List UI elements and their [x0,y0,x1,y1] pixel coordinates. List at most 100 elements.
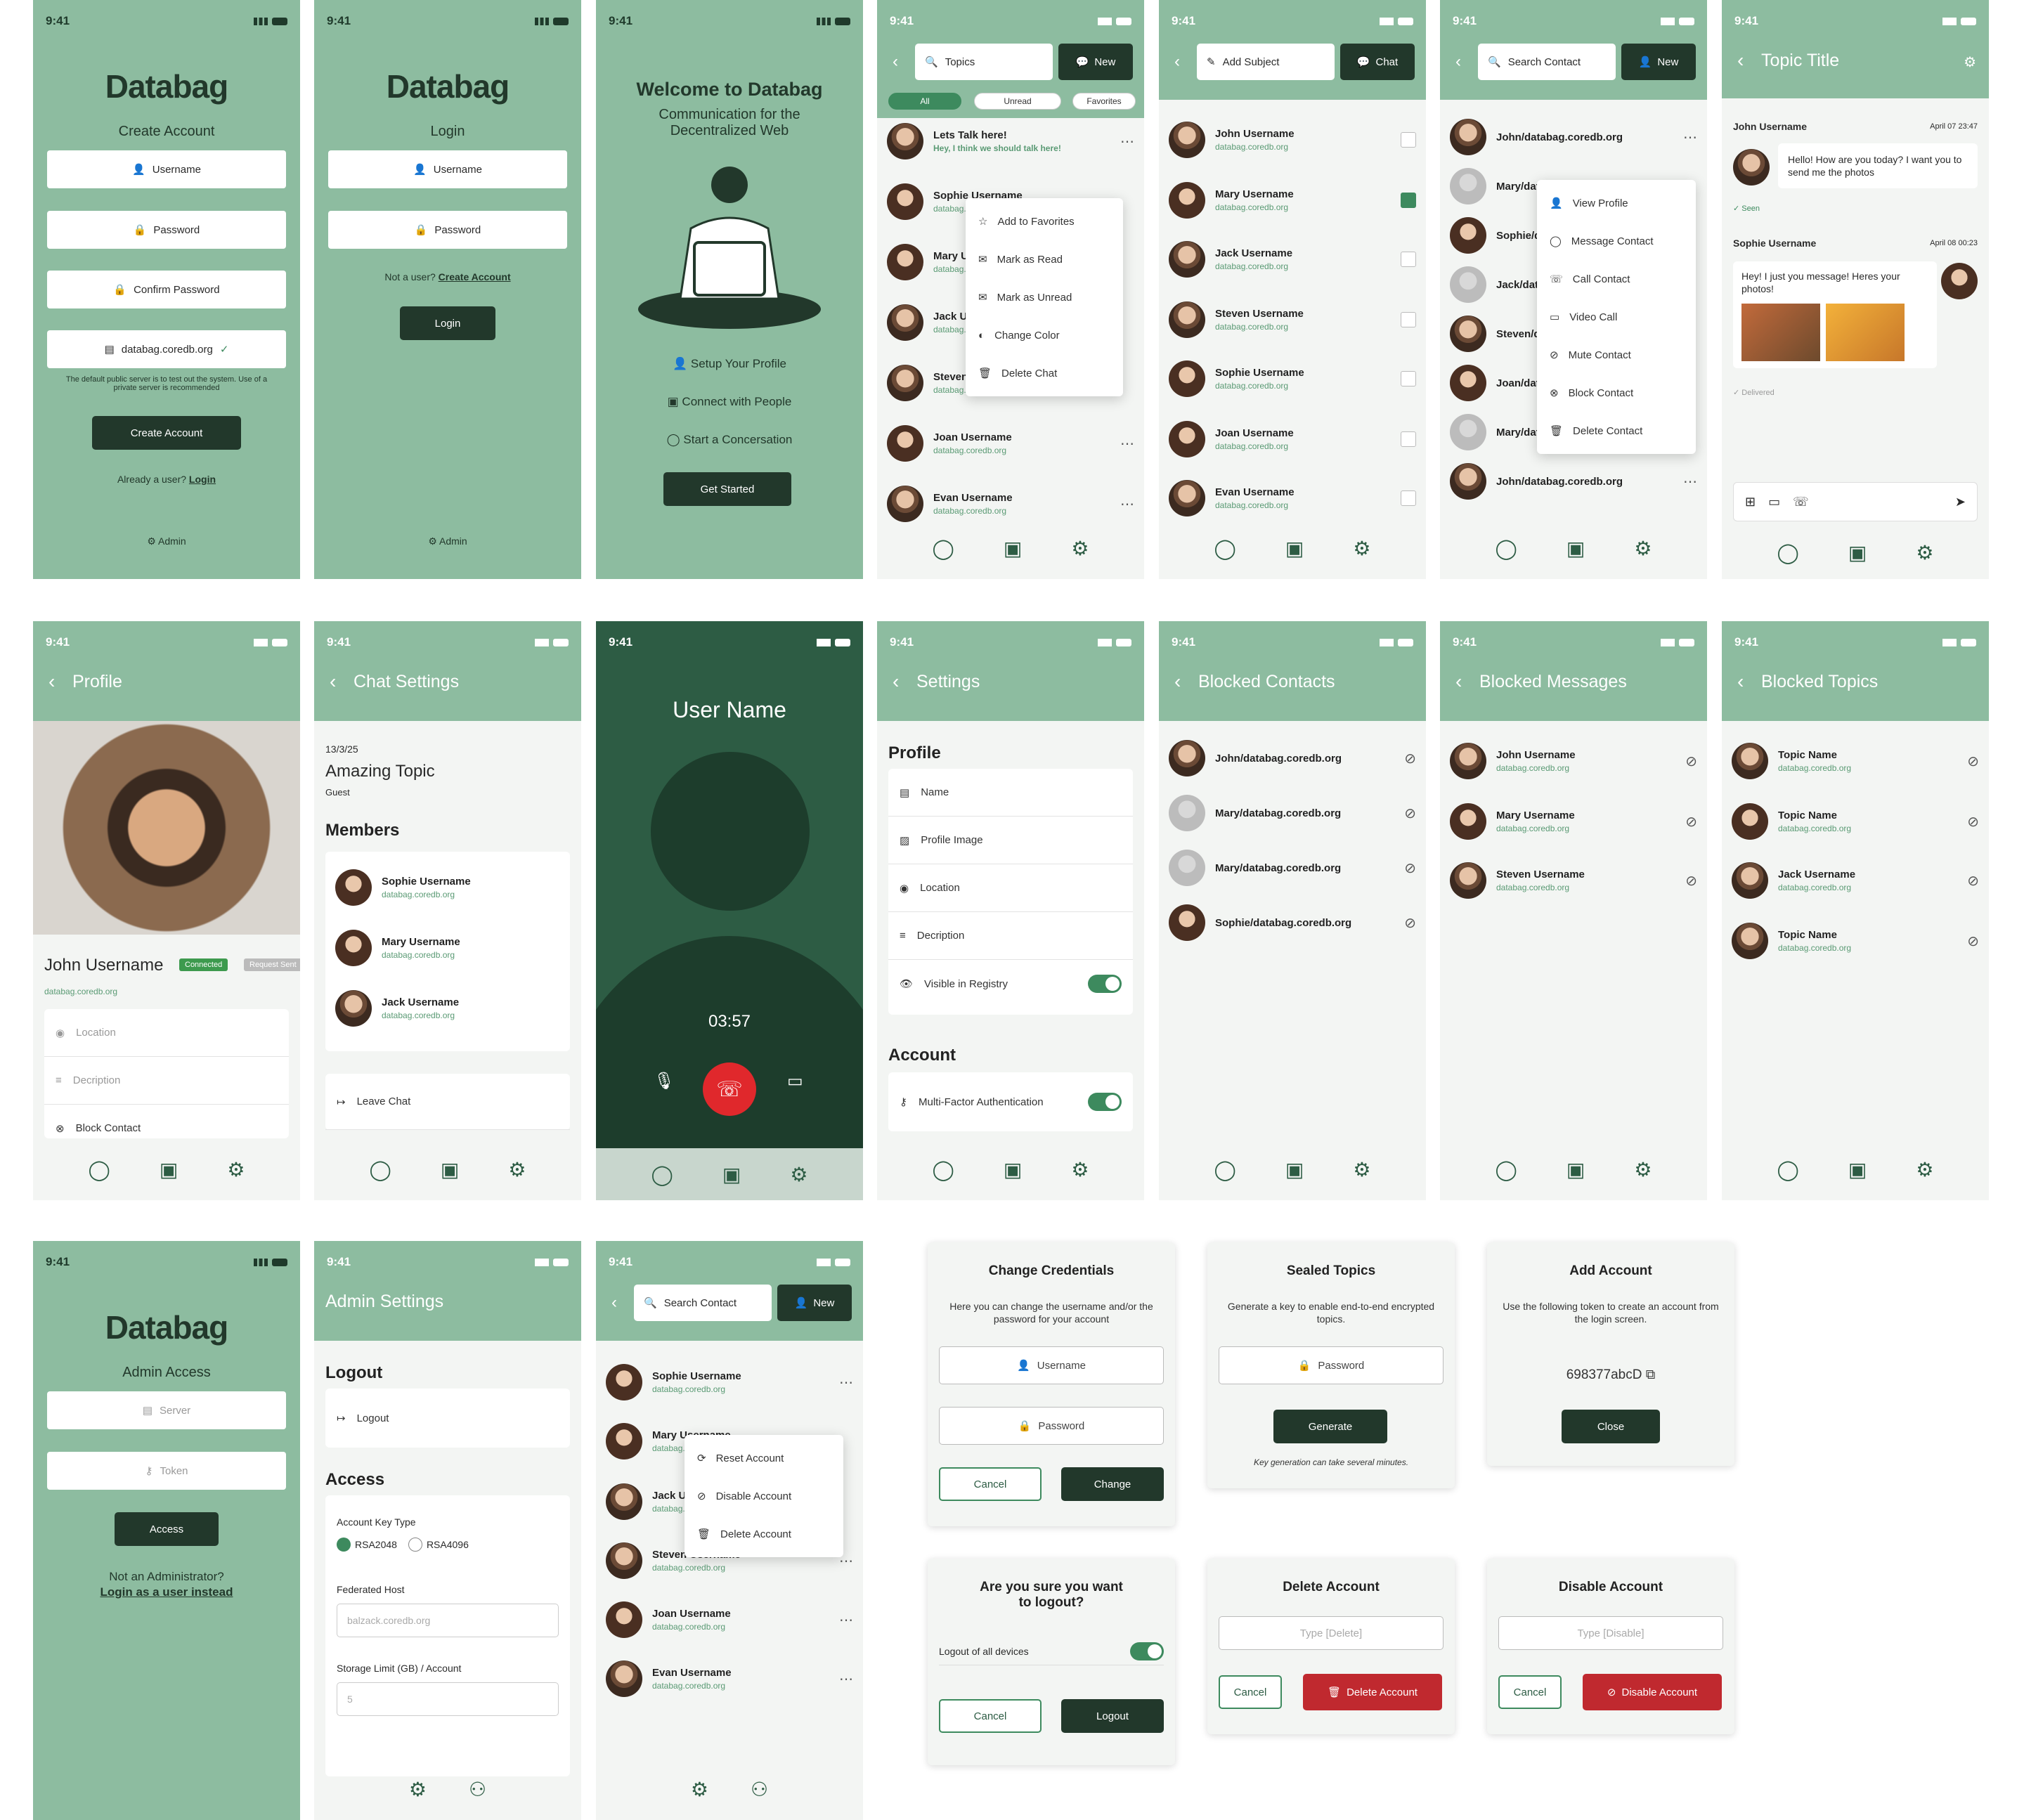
chat-icon[interactable]: ◯ [1214,1158,1236,1181]
settings-icon[interactable]: ⚙ [1353,537,1370,560]
settings-icon[interactable]: ⚙ [1916,541,1933,564]
contacts-icon[interactable]: ▣ [441,1158,459,1181]
menu-message-contact[interactable]: ◯ Message Contact [1537,222,1696,260]
access-button[interactable]: Access [115,1512,219,1546]
list-item[interactable]: Sophie Username databag.coredb.org ⋯ [606,1358,853,1407]
settings-icon[interactable]: ⚙ [1634,537,1652,560]
more-icon[interactable]: ⋯ [839,1374,853,1391]
mute-icon[interactable]: 🎙 [654,1071,675,1091]
tab-favorites[interactable]: Favorites [1072,93,1136,110]
password-input[interactable]: 🔒 Password [939,1407,1164,1445]
unblock-icon[interactable]: ⊘ [1967,813,1979,831]
settings-icon[interactable]: ⚙ [1071,1158,1089,1181]
contacts-icon[interactable]: ▣ [1004,1158,1022,1181]
contacts-icon[interactable]: ▣ [1285,1158,1304,1181]
list-item[interactable]: Evan Username databag.coredb.org [1169,474,1416,523]
settings-icon[interactable]: ⚙ [227,1158,245,1181]
get-started-button[interactable]: Get Started [663,472,791,506]
contacts-icon[interactable]: ▣ [160,1158,178,1181]
unblock-icon[interactable]: ⊘ [1404,914,1416,932]
menu-disable-account[interactable]: ⊘ Disable Account [685,1477,843,1515]
unblock-icon[interactable]: ⊘ [1685,753,1697,770]
photo-thumbnail[interactable] [1741,304,1820,361]
video-icon[interactable]: ▭ [1768,495,1780,509]
password-input[interactable]: 🔒 Password [1219,1346,1444,1384]
list-item[interactable]: Jack Usernamedatabag.coredb.org [335,984,560,1033]
storage-limit-input[interactable]: 5 [337,1682,559,1716]
more-icon[interactable]: ⋯ [839,1670,853,1688]
user-login-link[interactable]: Login as a user instead [33,1585,300,1599]
contacts-icon[interactable]: ▣ [1566,537,1585,560]
chat-icon[interactable]: ◯ [1214,537,1236,560]
list-item[interactable]: Sophie Usernamedatabag.coredb.org [1169,354,1416,403]
block-contact-row[interactable]: ⊗ Block Contact [44,1105,289,1138]
unblock-icon[interactable]: ⊘ [1404,805,1416,822]
settings-icon[interactable]: ⚙ [1071,537,1089,560]
list-item[interactable]: Joan Username databag.coredb.org ⋯ [606,1595,853,1644]
settings-icon[interactable]: ⚙ [1353,1158,1370,1181]
back-icon[interactable]: ‹ [1455,52,1461,72]
search-input[interactable]: 🔍 Topics [915,44,1053,80]
back-icon[interactable]: ‹ [1737,49,1744,72]
close-button[interactable]: Close [1562,1410,1660,1443]
more-icon[interactable]: ⋯ [1683,473,1697,490]
registry-toggle[interactable] [1088,975,1122,993]
new-account-button[interactable]: 👤 New [777,1285,852,1321]
back-icon[interactable]: ‹ [1737,670,1744,693]
settings-icon[interactable]: ⚙ [508,1158,526,1181]
delete-account-button[interactable]: 🗑 Delete Account [1303,1674,1442,1710]
delete-confirm-input[interactable]: Type [Delete] [1219,1616,1444,1650]
menu-delete-chat[interactable]: 🗑 Delete Chat [966,354,1123,392]
username-input[interactable]: 👤 Username [939,1346,1164,1384]
list-item[interactable]: Lets Talk here! Hey, I think we should ta… [887,117,1134,166]
unblock-icon[interactable]: ⊘ [1404,750,1416,767]
rsa2048-radio[interactable]: RSA2048 [337,1538,397,1552]
chat-icon[interactable]: ◯ [651,1163,673,1186]
contacts-icon[interactable]: ▣ [722,1163,741,1186]
cancel-button[interactable]: Cancel [1498,1675,1562,1709]
location-row[interactable]: ◉ Location [888,864,1133,912]
menu-call-contact[interactable]: ☏ Call Contact [1537,260,1696,298]
profile-image-row[interactable]: ▨ Profile Image [888,817,1133,864]
menu-change-color[interactable]: ◐ Change Color [966,316,1123,354]
contacts-icon[interactable]: ▣ [1566,1158,1585,1181]
more-icon[interactable]: ⋯ [1120,495,1134,513]
chat-icon[interactable]: ◯ [89,1158,110,1181]
phone-icon[interactable]: ☏ [1793,495,1809,509]
contacts-icon[interactable]: ▣ [1285,537,1304,560]
logout-button[interactable]: ↦ Logout [325,1389,570,1448]
menu-mark-read[interactable]: ✉ Mark as Read [966,240,1123,278]
unblock-icon[interactable]: ⊘ [1404,859,1416,877]
logout-all-toggle[interactable] [1130,1642,1164,1660]
chat-icon[interactable]: ◯ [1496,537,1517,560]
disable-account-button[interactable]: ⊘ Disable Account [1583,1674,1722,1710]
more-icon[interactable]: ⋯ [1120,133,1134,150]
menu-delete-contact[interactable]: 🗑 Delete Contact [1537,412,1696,450]
send-icon[interactable]: ➤ [1955,495,1966,509]
list-item[interactable]: Mary Usernamedatabag.coredb.org [1169,176,1416,225]
cancel-button[interactable]: Cancel [1219,1675,1282,1709]
menu-add-favorites[interactable]: ☆ Add to Favorites [966,202,1123,240]
menu-mark-unread[interactable]: ✉ Mark as Unread [966,278,1123,316]
login-button[interactable]: Login [400,306,495,340]
admin-link[interactable]: ⚙ Admin [314,535,581,547]
settings-icon[interactable]: ⚙ [1916,1158,1933,1181]
tab-all[interactable]: All [888,93,961,110]
search-input[interactable]: 🔍 Search Contact [1478,44,1616,80]
chat-icon[interactable]: ◯ [370,1158,391,1181]
list-item[interactable]: Evan Username databag.coredb.org ⋯ [606,1654,853,1703]
server-input[interactable]: ▤ databag.coredb.org ✓ [47,330,286,368]
contacts-icon[interactable]: ▣ [1848,1158,1867,1181]
disable-confirm-input[interactable]: Type [Disable] [1498,1616,1723,1650]
end-call-button[interactable]: ☏ [703,1062,756,1116]
token-input[interactable]: ⚷ Token [47,1452,286,1490]
back-icon[interactable]: ‹ [611,1293,617,1313]
start-chat-button[interactable]: 💬 Chat [1340,44,1415,80]
username-input[interactable]: 👤 Username [328,150,567,188]
name-row[interactable]: ▤ Name [888,769,1133,817]
copy-icon[interactable]: ⧉ [1646,1367,1656,1382]
cancel-button[interactable]: Cancel [939,1467,1042,1501]
unblock-icon[interactable]: ⊘ [1967,932,1979,950]
settings-icon[interactable]: ⚙ [409,1778,427,1801]
list-item[interactable]: Mary Usernamedatabag.coredb.org [335,923,560,973]
